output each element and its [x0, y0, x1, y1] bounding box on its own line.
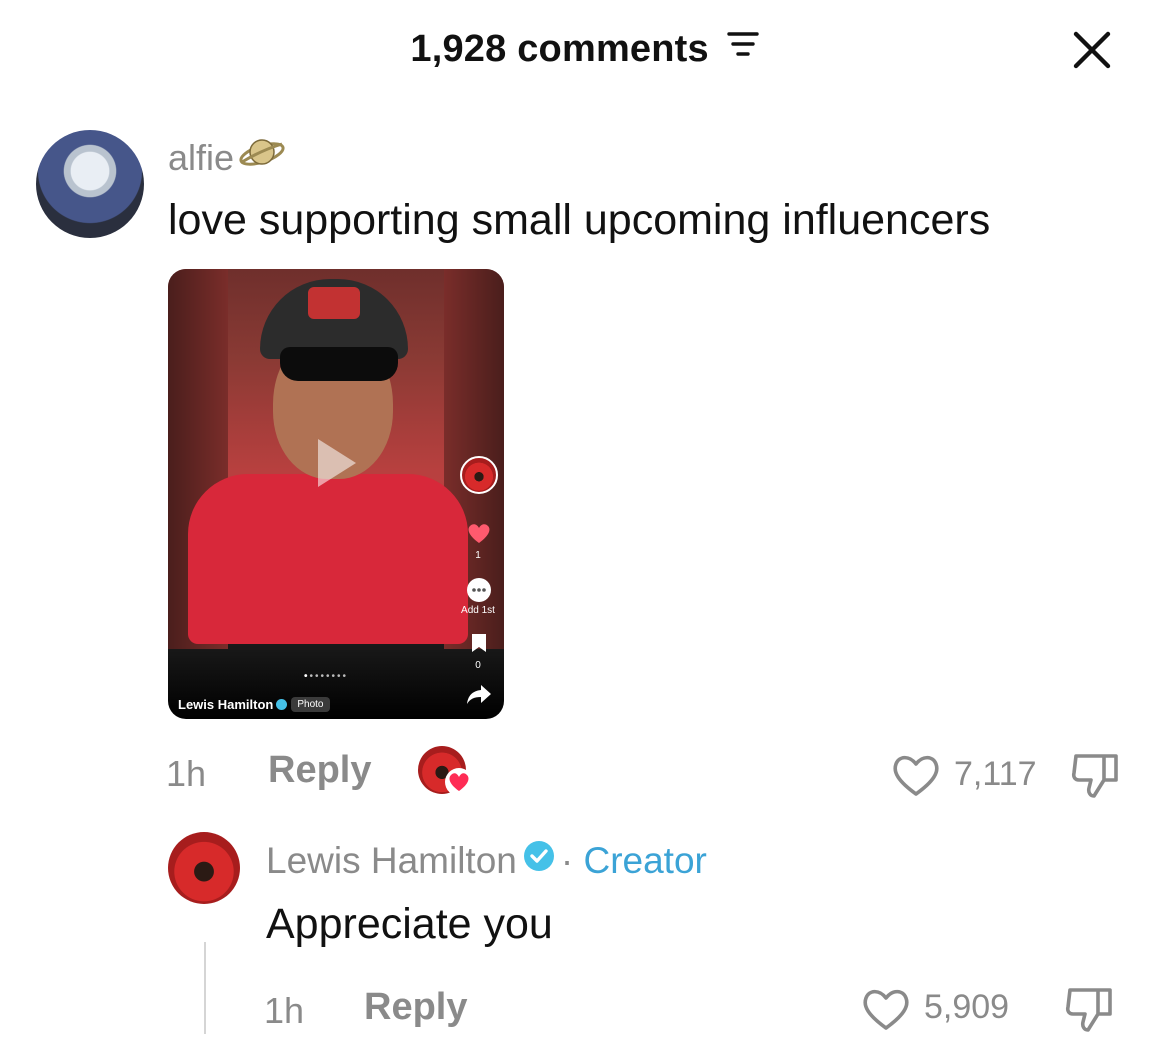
reply-button[interactable]: Reply: [364, 986, 467, 1029]
share-arrow-icon[interactable]: [466, 683, 492, 710]
reply-author-avatar[interactable]: [168, 832, 240, 904]
media-author-row: Lewis Hamilton Photo: [178, 697, 330, 713]
like-count: 7,117: [954, 755, 1037, 793]
media-creator-avatar[interactable]: [460, 456, 498, 494]
photo-tag-label: Photo: [297, 699, 324, 711]
play-icon[interactable]: [318, 439, 356, 487]
comment-media-attachment[interactable]: 1 Add 1st 0 •••••••• Lewis Hamilton Photo: [168, 269, 504, 719]
heart-badge-icon: [444, 768, 474, 801]
media-save-count: 0: [475, 660, 481, 671]
filter-lines-icon[interactable]: [726, 26, 760, 69]
reply-text: Appreciate you: [266, 900, 553, 948]
dislike-thumb-icon[interactable]: [1064, 984, 1118, 1039]
reply-author-name: Lewis Hamilton: [266, 840, 517, 881]
commenter-username[interactable]: alfie: [168, 137, 286, 181]
comments-count-label: 1,928 comments: [410, 28, 709, 70]
media-heart-icon[interactable]: [466, 521, 492, 550]
comments-count-title: 1,928 comments: [0, 28, 1170, 71]
cap-logo: [308, 287, 360, 319]
dislike-thumb-icon[interactable]: [1070, 750, 1124, 805]
reply-timestamp: 1h: [264, 990, 305, 1031]
carousel-dots: ••••••••: [304, 671, 349, 682]
media-subject-sunglasses: [280, 347, 398, 381]
bookmark-icon[interactable]: [470, 633, 488, 658]
photo-type-tag: Photo: [291, 697, 330, 713]
commenter-username-text: alfie: [168, 137, 235, 178]
ringed-planet-icon: [238, 132, 286, 181]
verified-badge-icon: [523, 839, 555, 881]
comments-header: 1,928 comments: [0, 0, 1170, 100]
reply-button[interactable]: Reply: [268, 749, 371, 792]
media-comment-label: Add 1st: [461, 605, 495, 616]
comment-timestamp: 1h: [166, 753, 207, 794]
media-comment-icon[interactable]: [467, 578, 491, 602]
like-heart-icon[interactable]: [890, 752, 942, 803]
close-icon[interactable]: [1068, 26, 1116, 74]
like-count: 5,909: [924, 988, 1010, 1026]
like-heart-icon[interactable]: [860, 986, 912, 1037]
media-like-count: 1: [475, 550, 481, 561]
comment-text: love supporting small upcoming influence…: [168, 196, 991, 244]
creator-badge-label: Creator: [583, 840, 707, 881]
name-separator: ·: [560, 840, 574, 881]
media-author-name: Lewis Hamilton: [178, 697, 274, 712]
reply-author-row[interactable]: Lewis Hamilton · Creator: [266, 840, 707, 882]
creator-liked-indicator: [418, 746, 474, 801]
verified-badge-icon: [276, 699, 288, 711]
commenter-avatar[interactable]: [36, 130, 144, 238]
media-subject-shirt: [188, 474, 468, 644]
thread-line: [204, 942, 206, 1034]
